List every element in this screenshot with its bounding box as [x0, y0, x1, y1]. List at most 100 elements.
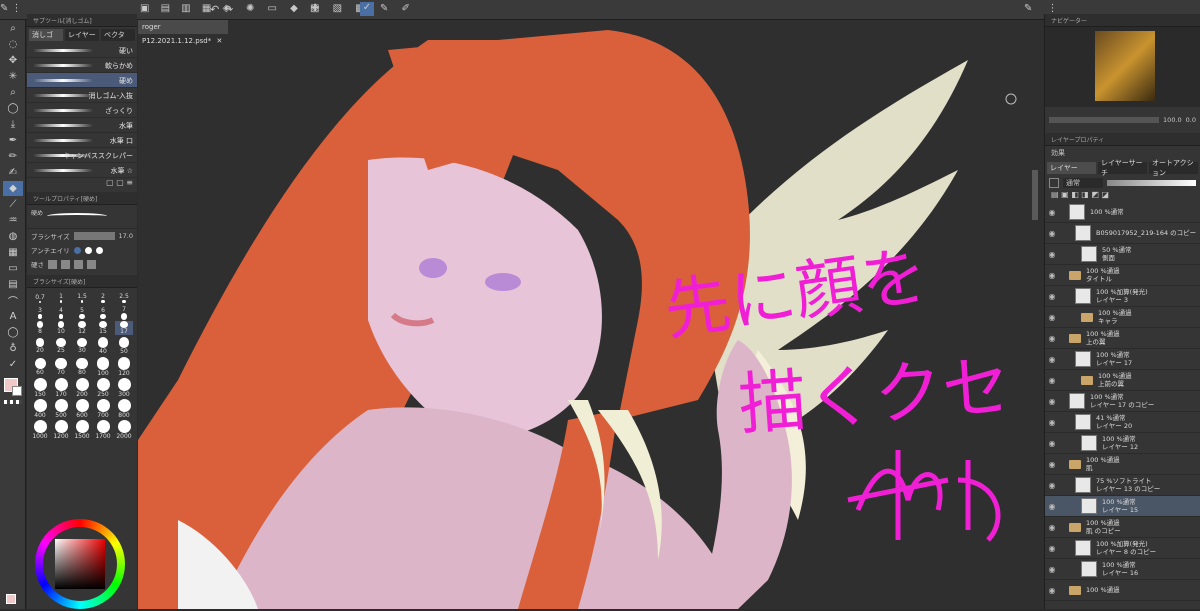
ruler-icon[interactable]: ✓ — [360, 2, 374, 16]
tab-eraser[interactable]: 消しゴ — [29, 29, 63, 41]
brush-size-cell[interactable]: 4 — [52, 306, 70, 320]
brush-size-cell[interactable]: 17 — [115, 321, 133, 335]
blend-mode-select[interactable]: 通常 — [1063, 178, 1103, 188]
hardness-swatch[interactable] — [48, 259, 57, 269]
brush-size-cell[interactable]: 400 — [31, 399, 49, 419]
brush-size-cell[interactable]: 25 — [52, 336, 70, 356]
brush-size-cell[interactable]: 800 — [115, 399, 133, 419]
navigator-controls[interactable]: 100.0 0.0 — [1045, 107, 1200, 133]
antialias-option[interactable] — [73, 246, 81, 254]
brush-size-cell[interactable]: 30 — [73, 336, 91, 356]
layer-row[interactable]: ◉ 100 %通過 キャラ — [1045, 307, 1200, 328]
layer-row[interactable]: ◉ 100 %通常 レイヤー 15 — [1045, 496, 1200, 517]
layer-actions[interactable]: ▤ ▣ ◧ ◨ ◩ ◪ — [1045, 190, 1200, 202]
blend-icon[interactable]: ⟋ — [3, 197, 23, 212]
antialias-option[interactable] — [95, 246, 103, 254]
brush-size-cell[interactable]: 1.5 — [73, 291, 91, 305]
layer-row[interactable]: ◉ 100 %通過肌 — [1045, 454, 1200, 475]
eraser-icon[interactable]: ◆ — [3, 181, 23, 196]
brush-size-cell[interactable]: 3 — [31, 306, 49, 320]
eye-icon[interactable]: ◉ — [1045, 523, 1059, 532]
brush-size-cell[interactable]: 600 — [73, 399, 91, 419]
close-icon[interactable]: ✕ — [216, 37, 222, 45]
eye-icon[interactable]: ◉ — [1045, 313, 1059, 322]
brush-size-cell[interactable]: 120 — [115, 357, 133, 377]
navigator-preview[interactable] — [1045, 27, 1200, 107]
eye-icon[interactable]: ◉ — [1045, 292, 1059, 301]
text-icon[interactable]: A — [3, 309, 23, 324]
brush-size-cell[interactable]: 15 — [94, 321, 112, 335]
pencil-icon[interactable]: ✏ — [3, 149, 23, 164]
layer-row[interactable]: ◉ 41 %通常 レイヤー 20 — [1045, 412, 1200, 433]
layer-row[interactable]: ◉ 100 %通過肌 のコピー — [1045, 517, 1200, 538]
eye-icon[interactable]: ◉ — [1045, 586, 1059, 595]
brush-size-cell[interactable]: 700 — [94, 399, 112, 419]
ruler-tool-icon[interactable]: ⌒ — [3, 293, 23, 308]
layer-row[interactable]: ◉ 100 %通常 — [1045, 202, 1200, 223]
brush-size-cell[interactable]: 6 — [94, 306, 112, 320]
brush-size-cell[interactable]: 60 — [31, 357, 49, 377]
brush-size-cell[interactable]: 70 — [52, 357, 70, 377]
brush-size-cell[interactable]: 2 — [94, 291, 112, 305]
brush-size-slider[interactable] — [73, 232, 115, 240]
auto-select-icon[interactable]: ✳ — [3, 69, 23, 84]
brush-item[interactable]: 軟らかめ — [27, 58, 137, 73]
brush-size-cell[interactable]: 8 — [31, 321, 49, 335]
opacity-slider[interactable] — [1107, 180, 1196, 186]
lasso-icon[interactable]: ◌ — [3, 37, 23, 52]
select-icon[interactable]: ◯ — [3, 101, 23, 116]
brush-item[interactable]: 硬い — [27, 43, 137, 58]
brush-size-cell[interactable]: 100 — [94, 357, 112, 377]
correct-line-icon[interactable]: ♁ — [3, 341, 23, 356]
layer-row[interactable]: ◉ 100 %通過 上前の翼 — [1045, 370, 1200, 391]
layer-row[interactable]: ◉ 100 %通常 レイヤー 17 — [1045, 349, 1200, 370]
brush-size-cell[interactable]: 12 — [73, 321, 91, 335]
eye-icon[interactable]: ◉ — [1045, 271, 1059, 280]
tab-layer[interactable]: レイヤー — [65, 29, 99, 41]
file-icons[interactable]: ▣ ▤ ▥ ▦ ◈ — [140, 3, 234, 14]
color-swap-icon[interactable] — [6, 594, 16, 604]
gradient-icon[interactable]: ▦ — [3, 245, 23, 260]
brush-item[interactable]: 水筆 — [27, 118, 137, 133]
tab-layer[interactable]: レイヤー — [1047, 162, 1096, 174]
redo-icon[interactable]: ↷ — [224, 3, 233, 16]
window-controls[interactable]: ✎ ⋮ — [1024, 3, 1064, 14]
brush-size-cell[interactable]: 300 — [115, 378, 133, 398]
brush-list-actions[interactable]: ▢ ▢ ≡ — [27, 178, 137, 190]
layer-row[interactable]: ◉ 100 %通常 レイヤー 12 — [1045, 433, 1200, 454]
eye-icon[interactable]: ◉ — [1045, 481, 1059, 490]
layer-row[interactable]: ◉ 100 %加算(発光) レイヤー 3 — [1045, 286, 1200, 307]
zoom-tool-icon[interactable]: ⌕ — [3, 21, 23, 36]
brush-size-cell[interactable]: 150 — [31, 378, 49, 398]
eye-icon[interactable]: ◉ — [1045, 208, 1059, 217]
canvas-area[interactable]: 先に顔を 描くクセ — [138, 20, 1044, 609]
brush-size-cell[interactable]: 20 — [31, 336, 49, 356]
toolbar-left-icons[interactable]: ✎ ⋮ — [0, 3, 22, 14]
eye-icon[interactable]: ◉ — [1045, 418, 1059, 427]
brush-size-cell[interactable]: 80 — [73, 357, 91, 377]
shape-icon[interactable]: ▭ — [3, 261, 23, 276]
operation-icon[interactable]: ✓ — [3, 357, 23, 372]
hardness-swatch[interactable] — [87, 259, 96, 269]
hardness-swatch[interactable] — [74, 259, 83, 269]
transparent-swatch[interactable] — [4, 400, 22, 404]
tool-preset-row[interactable]: 硬め — [27, 205, 137, 229]
brush-size-cell[interactable]: 500 — [52, 399, 70, 419]
layer-row[interactable]: ◉ 50 %通常 側面 — [1045, 244, 1200, 265]
search-icon[interactable]: ⌕ — [3, 85, 23, 100]
brush-item[interactable]: 水筆 口 — [27, 133, 137, 148]
color-square[interactable] — [55, 539, 105, 589]
brush-size-cell[interactable]: 0.7 — [31, 291, 49, 305]
eye-icon[interactable]: ◉ — [1045, 376, 1059, 385]
brush-size-cell[interactable]: 200 — [73, 378, 91, 398]
brush-size-cell[interactable]: 1500 — [73, 420, 91, 440]
eye-icon[interactable]: ◉ — [1045, 439, 1059, 448]
layer-row[interactable]: ◉ 100 %通常 レイヤー 17 のコピー — [1045, 391, 1200, 412]
brush-size-cell[interactable]: 2000 — [115, 420, 133, 440]
tab-vector[interactable]: ベクタ — [101, 29, 135, 41]
brush-item[interactable]: 硬め — [27, 73, 137, 88]
eye-icon[interactable]: ◉ — [1045, 544, 1059, 553]
sub-color-swatch[interactable] — [12, 386, 22, 396]
layer-row[interactable]: ◉ 100 %通常 レイヤー 16 — [1045, 559, 1200, 580]
layer-row[interactable]: ◉ 100 %通過 上の翼 — [1045, 328, 1200, 349]
